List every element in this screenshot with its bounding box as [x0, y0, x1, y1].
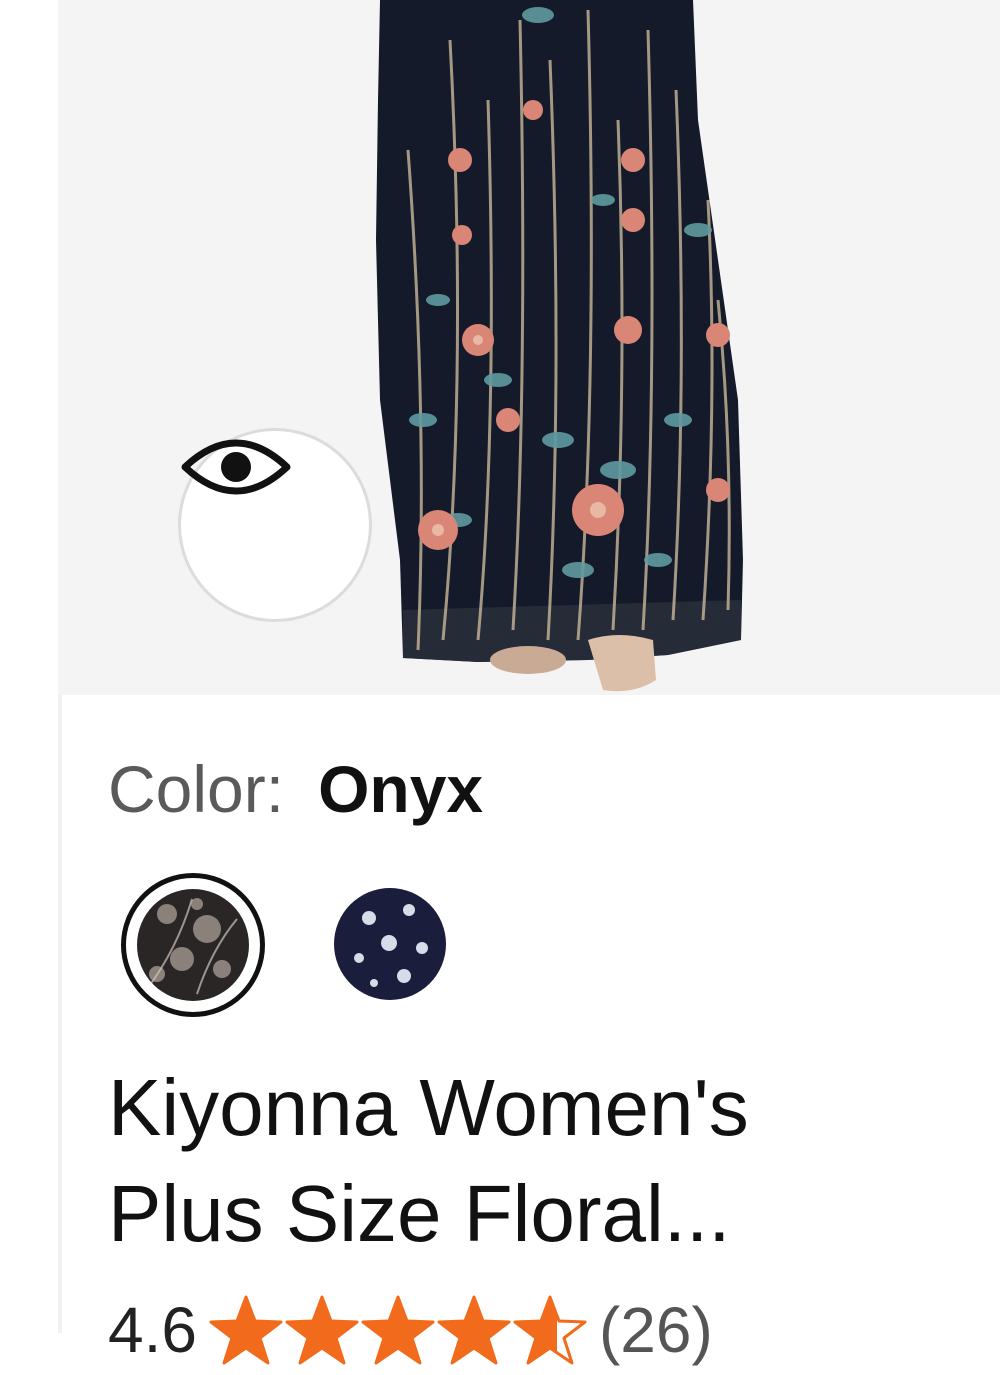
product-info: Color: Onyx Kiyonna Women's Plus Size Fl… — [62, 695, 1000, 1366]
star-icon — [437, 1295, 511, 1365]
swatch-image-onyx — [137, 889, 249, 1001]
eye-icon — [181, 439, 291, 495]
product-title-line-1: Kiyonna Women's — [108, 1063, 749, 1152]
star-icon — [285, 1295, 359, 1365]
quick-view-button[interactable] — [178, 428, 372, 622]
product-image[interactable] — [58, 0, 1000, 695]
dress-illustration — [376, 0, 743, 692]
star-icon — [209, 1295, 283, 1365]
rating-value: 4.6 — [108, 1294, 197, 1366]
product-title-line-2: Plus Size Floral... — [108, 1169, 731, 1258]
color-label: Color: — [108, 752, 285, 826]
rating-row[interactable]: 4.6 (26) — [108, 1285, 713, 1375]
product-title[interactable]: Kiyonna Women's Plus Size Floral... — [108, 1055, 968, 1267]
star-icon — [361, 1295, 435, 1365]
swatch-image-navy — [334, 888, 446, 1000]
selected-color-name: Onyx — [318, 752, 484, 826]
left-gutter — [0, 0, 58, 1333]
star-rating — [209, 1293, 589, 1367]
star-icon — [513, 1295, 587, 1365]
color-swatch-onyx[interactable] — [121, 873, 265, 1017]
color-selector-label: Color: Onyx — [108, 749, 483, 829]
review-count: (26) — [598, 1294, 713, 1366]
color-swatch-navy[interactable] — [334, 888, 446, 1000]
